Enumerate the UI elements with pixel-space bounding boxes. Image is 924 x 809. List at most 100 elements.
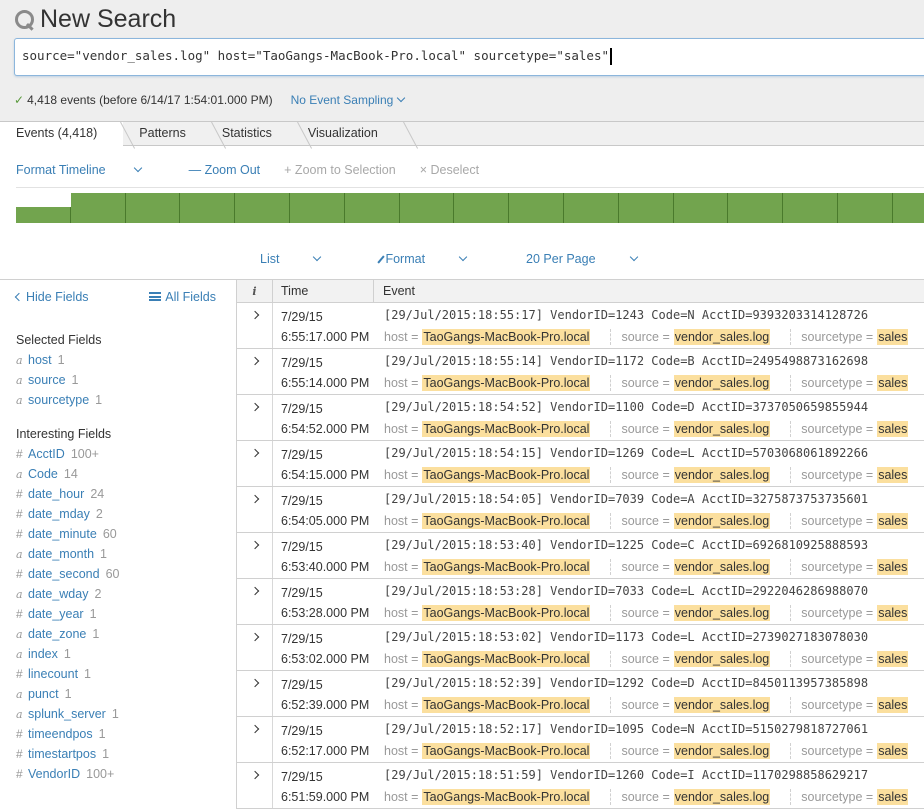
chevron-right-icon[interactable] — [250, 678, 259, 688]
expand-cell[interactable] — [237, 579, 273, 624]
source-value[interactable]: vendor_sales.log — [673, 697, 771, 713]
format-timeline-dropdown[interactable]: Format Timeline — [16, 163, 165, 177]
field-name[interactable]: host — [28, 353, 52, 367]
host-value[interactable]: TaoGangs-MacBook-Pro.local — [422, 513, 591, 529]
field-name[interactable]: punct — [28, 687, 59, 701]
field-item[interactable]: # VendorID 100+ — [16, 764, 236, 784]
sourcetype-value[interactable]: sales — [877, 375, 909, 391]
field-name[interactable]: index — [28, 647, 58, 661]
timeline-bar[interactable] — [673, 193, 729, 223]
host-value[interactable]: TaoGangs-MacBook-Pro.local — [422, 375, 591, 391]
tab-statistics[interactable]: Statistics — [206, 122, 292, 146]
sourcetype-value[interactable]: sales — [877, 651, 909, 667]
timeline-bar[interactable] — [728, 193, 784, 223]
field-name[interactable]: timeendpos — [28, 727, 93, 741]
source-value[interactable]: vendor_sales.log — [673, 467, 771, 483]
deselect-button[interactable]: × Deselect — [420, 163, 479, 177]
field-item[interactable]: # timeendpos 1 — [16, 724, 236, 744]
zoom-out-button[interactable]: — Zoom Out — [189, 163, 261, 177]
chevron-right-icon[interactable] — [250, 632, 259, 642]
event-time[interactable]: 6:54:15.000 PM — [281, 465, 374, 485]
chevron-right-icon[interactable] — [250, 770, 259, 780]
chevron-right-icon[interactable] — [250, 540, 259, 550]
expand-cell[interactable] — [237, 763, 273, 808]
host-value[interactable]: TaoGangs-MacBook-Pro.local — [422, 697, 591, 713]
field-item[interactable]: # date_year 1 — [16, 604, 236, 624]
event-date[interactable]: 7/29/15 — [281, 537, 374, 557]
event-time[interactable]: 6:51:59.000 PM — [281, 787, 374, 807]
field-name[interactable]: sourcetype — [28, 393, 89, 407]
chevron-right-icon[interactable] — [250, 448, 259, 458]
event-date[interactable]: 7/29/15 — [281, 721, 374, 741]
field-item[interactable]: a splunk_server 1 — [16, 704, 236, 724]
expand-cell[interactable] — [237, 671, 273, 716]
search-input[interactable]: source="vendor_sales.log" host="TaoGangs… — [14, 38, 924, 76]
sourcetype-value[interactable]: sales — [877, 467, 909, 483]
source-value[interactable]: vendor_sales.log — [673, 743, 771, 759]
expand-cell[interactable] — [237, 625, 273, 670]
host-value[interactable]: TaoGangs-MacBook-Pro.local — [422, 789, 591, 805]
host-value[interactable]: TaoGangs-MacBook-Pro.local — [422, 605, 591, 621]
sourcetype-value[interactable]: sales — [877, 513, 909, 529]
field-name[interactable]: timestartpos — [28, 747, 96, 761]
event-sampling-dropdown[interactable]: No Event Sampling — [291, 93, 406, 107]
host-value[interactable]: TaoGangs-MacBook-Pro.local — [422, 329, 591, 345]
field-item[interactable]: # date_second 60 — [16, 564, 236, 584]
expand-cell[interactable] — [237, 533, 273, 578]
event-time[interactable]: 6:55:17.000 PM — [281, 327, 374, 347]
field-item[interactable]: a date_month 1 — [16, 544, 236, 564]
timeline-bar[interactable] — [892, 193, 924, 223]
event-time[interactable]: 6:54:05.000 PM — [281, 511, 374, 531]
sourcetype-value[interactable]: sales — [877, 743, 909, 759]
timeline-bar[interactable] — [290, 193, 345, 223]
host-value[interactable]: TaoGangs-MacBook-Pro.local — [422, 651, 591, 667]
timeline-bar[interactable] — [838, 193, 893, 223]
source-value[interactable]: vendor_sales.log — [673, 559, 771, 575]
field-item[interactable]: # AcctID 100+ — [16, 444, 236, 464]
field-name[interactable]: date_zone — [28, 627, 86, 641]
field-name[interactable]: linecount — [28, 667, 78, 681]
event-date[interactable]: 7/29/15 — [281, 583, 374, 603]
timeline-bar[interactable] — [125, 193, 181, 223]
expand-cell[interactable] — [237, 349, 273, 394]
timeline-bar[interactable] — [399, 193, 455, 223]
field-item[interactable]: # linecount 1 — [16, 664, 236, 684]
tab-patterns[interactable]: Patterns — [123, 122, 206, 146]
timeline-bar[interactable] — [509, 193, 564, 223]
timeline-bar[interactable] — [618, 193, 674, 223]
source-value[interactable]: vendor_sales.log — [673, 513, 771, 529]
sourcetype-value[interactable]: sales — [877, 789, 909, 805]
event-date[interactable]: 7/29/15 — [281, 767, 374, 787]
field-item[interactable]: a index 1 — [16, 644, 236, 664]
timeline-bar[interactable] — [180, 193, 236, 223]
chevron-right-icon[interactable] — [250, 586, 259, 596]
sourcetype-value[interactable]: sales — [877, 697, 909, 713]
host-value[interactable]: TaoGangs-MacBook-Pro.local — [422, 421, 591, 437]
field-item[interactable]: a punct 1 — [16, 684, 236, 704]
event-date[interactable]: 7/29/15 — [281, 445, 374, 465]
field-item[interactable]: a source 1 — [16, 370, 236, 390]
timeline-bar[interactable] — [564, 193, 619, 223]
field-item[interactable]: # timestartpos 1 — [16, 744, 236, 764]
all-fields-button[interactable]: All Fields — [149, 290, 216, 304]
field-name[interactable]: date_hour — [28, 487, 84, 501]
sourcetype-value[interactable]: sales — [877, 559, 909, 575]
list-dropdown[interactable]: List — [260, 252, 350, 266]
event-time[interactable]: 6:55:14.000 PM — [281, 373, 374, 393]
sourcetype-value[interactable]: sales — [877, 421, 909, 437]
chevron-right-icon[interactable] — [250, 494, 259, 504]
field-item[interactable]: a date_zone 1 — [16, 624, 236, 644]
source-value[interactable]: vendor_sales.log — [673, 421, 771, 437]
source-value[interactable]: vendor_sales.log — [673, 329, 771, 345]
event-time[interactable]: 6:53:28.000 PM — [281, 603, 374, 623]
source-value[interactable]: vendor_sales.log — [673, 605, 771, 621]
host-value[interactable]: TaoGangs-MacBook-Pro.local — [422, 559, 591, 575]
chevron-right-icon[interactable] — [250, 402, 259, 412]
hide-fields-button[interactable]: Hide Fields — [14, 290, 89, 304]
event-date[interactable]: 7/29/15 — [281, 675, 374, 695]
event-date[interactable]: 7/29/15 — [281, 353, 374, 373]
expand-cell[interactable] — [237, 717, 273, 762]
field-item[interactable]: a date_wday 2 — [16, 584, 236, 604]
field-name[interactable]: VendorID — [28, 767, 80, 781]
field-item[interactable]: # date_minute 60 — [16, 524, 236, 544]
